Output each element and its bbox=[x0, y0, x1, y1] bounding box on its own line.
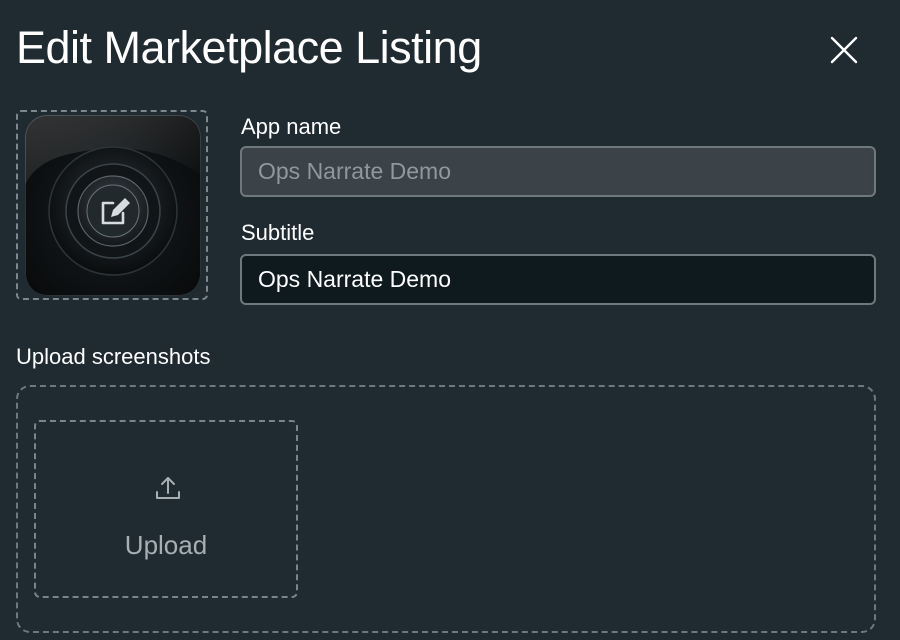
upload-icon bbox=[156, 477, 180, 499]
close-icon[interactable] bbox=[822, 28, 866, 72]
app-icon-picker[interactable] bbox=[16, 110, 208, 300]
upload-button[interactable]: Upload bbox=[34, 420, 298, 598]
close-button[interactable] bbox=[822, 28, 866, 72]
dialog-title: Edit Marketplace Listing bbox=[16, 22, 482, 73]
subtitle-label: Subtitle bbox=[241, 220, 315, 245]
app-name-field[interactable] bbox=[240, 146, 876, 197]
upload-screenshots-label: Upload screenshots bbox=[16, 344, 211, 369]
subtitle-field[interactable] bbox=[240, 254, 876, 305]
upload-label: Upload bbox=[124, 530, 208, 560]
app-name-label: App name bbox=[241, 114, 342, 139]
app-icon[interactable] bbox=[25, 115, 201, 296]
